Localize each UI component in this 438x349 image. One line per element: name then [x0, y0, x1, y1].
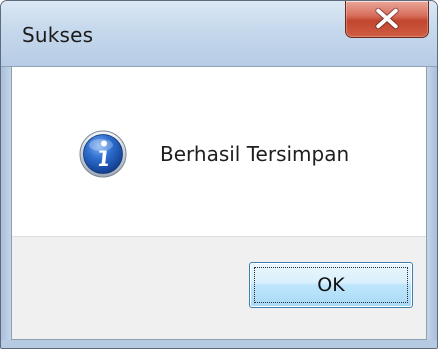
- window-title: Sukses: [22, 23, 94, 47]
- message-text: Berhasil Tersimpan: [160, 142, 350, 166]
- window-frame-right: [427, 67, 437, 348]
- window-frame-left: [1, 67, 11, 348]
- close-button[interactable]: [345, 1, 429, 38]
- dialog-client-area: Berhasil Tersimpan OK: [11, 67, 427, 340]
- message-area: Berhasil Tersimpan: [12, 67, 426, 236]
- button-area: OK: [12, 236, 426, 339]
- ok-button-label: OK: [317, 274, 345, 296]
- title-bar[interactable]: Sukses: [1, 1, 437, 67]
- message-dialog: Sukses Berhasil Tersimpan OK: [0, 0, 438, 349]
- info-icon: [79, 130, 127, 178]
- close-icon: [375, 7, 399, 30]
- window-frame-bottom: [1, 340, 437, 348]
- ok-button[interactable]: OK: [249, 262, 413, 308]
